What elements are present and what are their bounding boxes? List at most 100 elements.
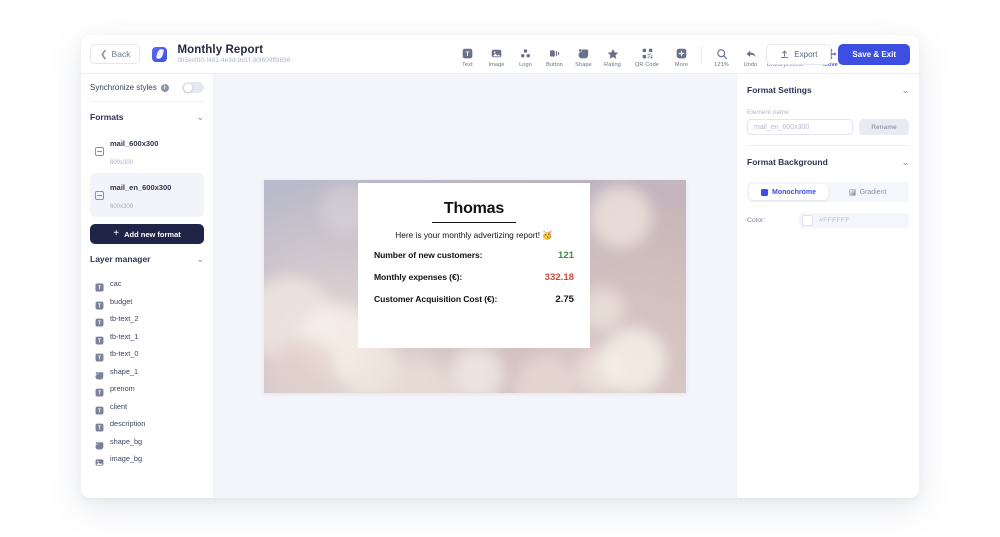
tool-more-label: More — [674, 62, 689, 68]
toolbar-divider — [701, 45, 702, 64]
layer-name: budget — [110, 296, 133, 306]
text-layer-icon: T — [95, 332, 104, 344]
tool-qr-code-label: QR Code — [634, 62, 660, 68]
tool-qr-code[interactable]: QR Code — [627, 41, 667, 68]
layer-name: tb-text_1 — [110, 331, 139, 341]
star-icon — [607, 47, 619, 60]
tool-more[interactable]: More — [667, 41, 696, 68]
top-bar: ❮ Back Monthly Report 0b5ecf00-f481-4e3d… — [81, 35, 919, 74]
tool-shape[interactable]: Shape — [569, 41, 598, 68]
customer-name: Thomas — [443, 199, 505, 217]
tool-rating[interactable]: Rating — [598, 41, 627, 68]
app-window: ❮ Back Monthly Report 0b5ecf00-f481-4e3d… — [81, 35, 919, 498]
tool-zoom[interactable]: 121% — [707, 41, 736, 68]
tool-rating-label: Rating — [604, 62, 621, 68]
list-item[interactable]: T client — [90, 398, 204, 416]
format-icon — [95, 190, 104, 200]
back-button[interactable]: ❮ Back — [90, 44, 141, 64]
format-item-mail-600x300[interactable]: mail_600x300 600x300 — [90, 129, 204, 173]
plus-icon: + — [113, 228, 120, 239]
logo-icon — [520, 47, 531, 60]
text-layer-icon: T — [95, 297, 104, 309]
tool-logo[interactable]: Logo — [511, 41, 540, 68]
synchronize-styles-label: Synchronize styles — [90, 83, 157, 92]
layer-manager-title: Layer manager — [90, 254, 151, 264]
undo-label: Undo — [743, 62, 758, 68]
layer-name: image_bg — [110, 454, 143, 464]
tool-button[interactable]: Button — [540, 41, 569, 68]
format-background-header[interactable]: Format Background ⌄ — [747, 149, 909, 175]
layer-name: shape_bg — [110, 436, 143, 446]
background-mode-tabs: Monochrome Gradient — [747, 182, 909, 202]
list-item[interactable]: T tb-text_1 — [90, 328, 204, 346]
text-layer-icon: T — [95, 419, 104, 432]
metrics-list: Number of new customers: 121 Monthly exp… — [370, 250, 578, 316]
page-title: Monthly Report — [177, 43, 264, 56]
export-icon — [780, 46, 789, 64]
list-item[interactable]: T cac — [90, 275, 204, 293]
color-hex-value: #FFFFFF — [819, 217, 850, 224]
info-icon[interactable]: i — [160, 83, 169, 92]
list-item[interactable]: T budget — [90, 293, 204, 311]
metric-label: Monthly expenses (€): — [374, 271, 463, 282]
tab-gradient[interactable]: Gradient — [828, 184, 907, 200]
layer-name: tb-text_2 — [110, 314, 139, 324]
tab-monochrome[interactable]: Monochrome — [749, 184, 828, 200]
color-input[interactable]: #FFFFFF — [799, 213, 909, 228]
canvas-area[interactable]: Thomas Here is your monthly advertizing … — [214, 74, 736, 498]
plus-square-icon — [676, 47, 687, 60]
format-item-text: mail_en_600x300 600x300 — [110, 177, 171, 213]
qr-code-icon — [642, 47, 653, 60]
synchronize-styles-toggle[interactable] — [182, 82, 204, 93]
panel-divider — [747, 145, 909, 146]
element-name-input[interactable]: mail_en_600x300 — [747, 119, 853, 135]
list-item[interactable]: T tb-text_0 — [90, 345, 204, 363]
tab-monochrome-label: Monochrome — [772, 188, 816, 196]
add-new-format-label: Add new format — [124, 229, 181, 239]
format-settings-title: Format Settings — [747, 85, 812, 95]
artboard[interactable]: Thomas Here is your monthly advertizing … — [264, 179, 686, 393]
text-layer-icon: T — [95, 314, 104, 327]
bokeh-circle — [600, 327, 666, 393]
tool-button-label: Button — [546, 62, 563, 68]
color-swatch-icon[interactable] — [802, 215, 813, 226]
metric-row-monthly-expenses: Monthly expenses (€): 332.18 — [374, 272, 574, 283]
format-item-mail-en-600x300[interactable]: mail_en_600x300 600x300 — [90, 173, 204, 217]
list-item[interactable]: T description — [90, 415, 204, 433]
layer-name: description — [110, 419, 146, 429]
list-item[interactable]: image_bg — [90, 450, 204, 468]
chevron-down-icon: ⌄ — [901, 156, 909, 167]
gradient-swatch-icon — [848, 188, 856, 196]
format-background-title: Format Background — [747, 157, 828, 167]
tool-undo[interactable]: Undo — [736, 41, 765, 68]
formats-section-header[interactable]: Formats ⌄ — [90, 105, 204, 129]
tool-text[interactable]: T Text — [453, 41, 482, 68]
export-button[interactable]: Export — [766, 44, 832, 65]
rename-button[interactable]: Rename — [859, 119, 909, 135]
tool-shape-label: Shape — [575, 62, 592, 68]
format-settings-header[interactable]: Format Settings ⌄ — [747, 77, 909, 103]
bokeh-circle — [590, 185, 652, 248]
chevron-down-icon: ⌄ — [196, 111, 204, 122]
format-name: mail_600x300 — [110, 139, 159, 148]
list-item[interactable]: shape_bg — [90, 433, 204, 451]
email-card[interactable]: Thomas Here is your monthly advertizing … — [358, 182, 590, 348]
list-item[interactable]: shape_1 — [90, 363, 204, 381]
tool-image[interactable]: Image — [482, 41, 511, 68]
element-name-row: mail_en_600x300 Rename — [747, 119, 909, 135]
format-icon — [95, 146, 104, 156]
topbar-actions: Export Save & Exit — [766, 35, 910, 74]
layer-name: client — [110, 401, 128, 411]
left-panel: Synchronize styles i Formats ⌄ mail_600x… — [81, 74, 214, 498]
chevron-left-icon: ❮ — [100, 48, 108, 59]
save-and-exit-button[interactable]: Save & Exit — [838, 44, 910, 65]
metric-value: 2.75 — [555, 293, 574, 305]
metric-value: 121 — [557, 249, 574, 261]
add-new-format-button[interactable]: + Add new format — [90, 224, 204, 244]
brand-logo-icon — [152, 46, 168, 62]
layer-manager-section-header[interactable]: Layer manager ⌄ — [90, 247, 204, 271]
list-item[interactable]: T prenom — [90, 380, 204, 398]
list-item[interactable]: T tb-text_2 — [90, 310, 204, 328]
layer-name: cac — [110, 279, 122, 289]
format-item-text: mail_600x300 600x300 — [110, 133, 158, 169]
